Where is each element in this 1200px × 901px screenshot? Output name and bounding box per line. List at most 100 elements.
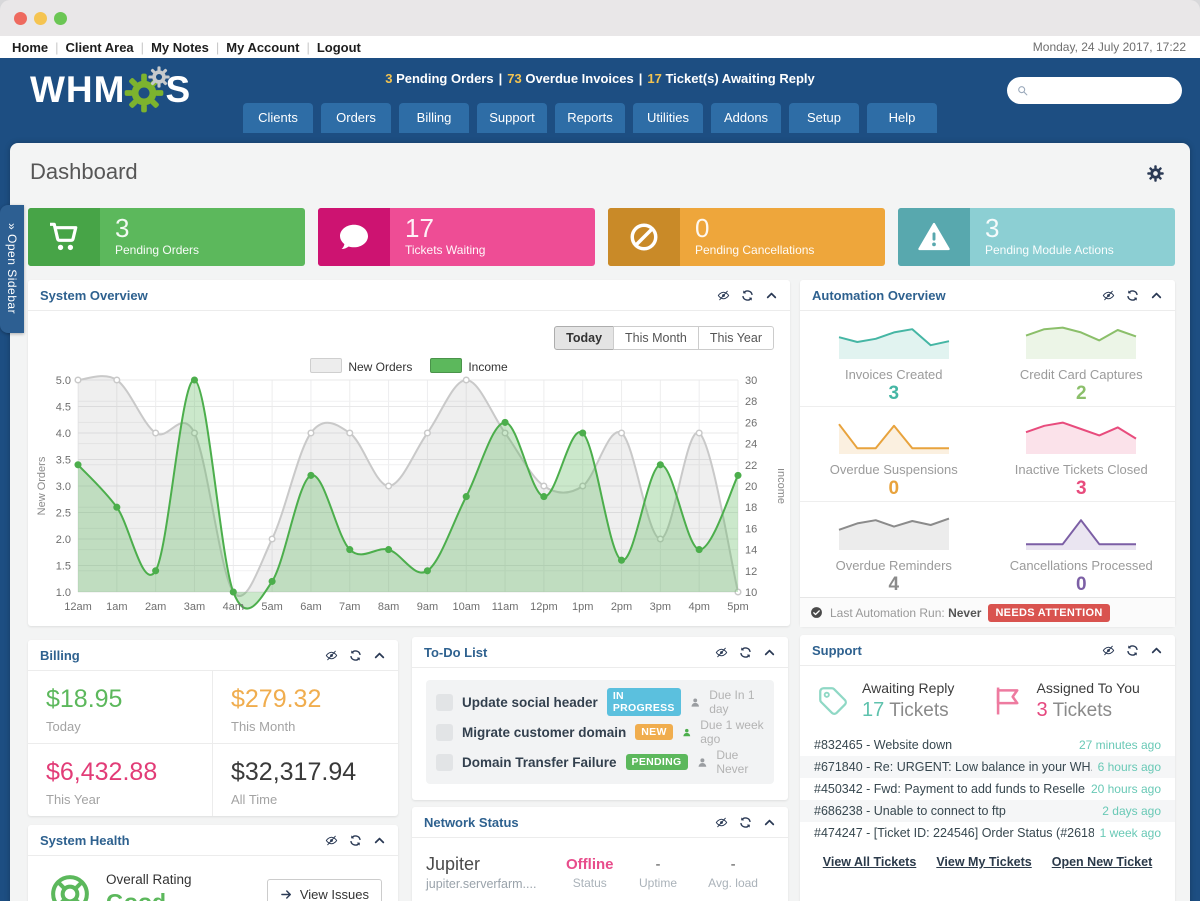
hide-widget-icon[interactable] [1102, 289, 1115, 302]
refresh-widget-icon[interactable] [739, 646, 752, 659]
nav-tab-support[interactable]: Support [477, 103, 547, 133]
ticket-row[interactable]: #832465 - Website down 27 minutes ago [800, 734, 1175, 756]
hide-widget-icon[interactable] [325, 834, 338, 847]
svg-text:14: 14 [745, 545, 757, 557]
tickets-awaiting-label[interactable]: Ticket(s) Awaiting Reply [662, 71, 815, 86]
nav-tab-addons[interactable]: Addons [711, 103, 781, 133]
tickets-awaiting-count[interactable]: 17 [647, 71, 661, 86]
automation-label: Overdue Suspensions [830, 462, 958, 477]
ticket-row[interactable]: #474247 - [Ticket ID: 224546] Order Stat… [800, 822, 1175, 844]
nav-tab-setup[interactable]: Setup [789, 103, 859, 133]
support-stat-count: 3 [1037, 699, 1048, 721]
zoom-window-button[interactable] [54, 12, 67, 25]
ticket-subject[interactable]: #474247 - [Ticket ID: 224546] Order Stat… [814, 826, 1094, 840]
refresh-widget-icon[interactable] [741, 289, 754, 302]
collapse-widget-icon[interactable] [1150, 644, 1163, 657]
range-this-month-button[interactable]: This Month [613, 326, 699, 350]
menu-my-account[interactable]: My Account [226, 40, 299, 55]
overdue-invoices-label[interactable]: Overdue Invoices [522, 71, 634, 86]
ticket-subject[interactable]: #686238 - Unable to connect to ftp [814, 804, 1006, 818]
server-status: Offline [556, 856, 624, 873]
todo-checkbox[interactable] [436, 694, 453, 711]
minimize-window-button[interactable] [34, 12, 47, 25]
ticket-subject[interactable]: #450342 - Fwd: Payment to add funds to R… [814, 782, 1085, 796]
header-search [1007, 77, 1182, 104]
open-sidebar-tab[interactable]: » Open Sidebar [0, 205, 24, 333]
support-stat-label: Awaiting Reply [862, 680, 954, 696]
nav-tab-reports[interactable]: Reports [555, 103, 625, 133]
svg-text:3.0: 3.0 [56, 481, 71, 493]
search-input[interactable] [1007, 77, 1182, 104]
stat-card-pending-cancellations[interactable]: 0 Pending Cancellations [608, 208, 885, 266]
hide-widget-icon[interactable] [715, 646, 728, 659]
assigned-to-you-stat[interactable]: Assigned To You 3 Tickets [991, 680, 1166, 722]
stat-card-pending-orders[interactable]: 3 Pending Orders [28, 208, 305, 266]
nav-tab-utilities[interactable]: Utilities [633, 103, 703, 133]
collapse-widget-icon[interactable] [763, 646, 776, 659]
stat-label: Pending Orders [115, 243, 199, 257]
ticket-subject[interactable]: #671840 - Re: URGENT: Low balance in you… [814, 760, 1092, 774]
hide-widget-icon[interactable] [325, 649, 338, 662]
system-health-panel: System Health Overall Rating Good View I… [28, 825, 398, 901]
todo-item[interactable]: Update social header IN PROGRESS Due In … [436, 687, 764, 717]
todo-checkbox[interactable] [436, 724, 453, 741]
collapse-widget-icon[interactable] [763, 816, 776, 829]
panel-title: System Overview [40, 288, 148, 303]
ticket-row[interactable]: #671840 - Re: URGENT: Low balance in you… [800, 756, 1175, 778]
panel-title: System Health [40, 833, 130, 848]
nav-tab-billing[interactable]: Billing [399, 103, 469, 133]
needs-attention-badge[interactable]: NEEDS ATTENTION [988, 604, 1109, 622]
page-title: Dashboard [30, 159, 138, 185]
collapse-widget-icon[interactable] [373, 834, 386, 847]
todo-checkbox[interactable] [436, 754, 453, 771]
pending-orders-label[interactable]: Pending Orders [392, 71, 493, 86]
view-issues-button[interactable]: View Issues [267, 879, 382, 901]
todo-status-badge: IN PROGRESS [607, 688, 681, 716]
refresh-widget-icon[interactable] [1126, 289, 1139, 302]
overdue-invoices-count[interactable]: 73 [507, 71, 521, 86]
collapse-widget-icon[interactable] [765, 289, 778, 302]
refresh-widget-icon[interactable] [349, 649, 362, 662]
collapse-widget-icon[interactable] [373, 649, 386, 662]
nav-tab-help[interactable]: Help [867, 103, 937, 133]
menu-client-area[interactable]: Client Area [66, 40, 134, 55]
automation-value: 0 [888, 478, 899, 500]
range-this-year-button[interactable]: This Year [698, 326, 774, 350]
awaiting-reply-stat[interactable]: Awaiting Reply 17 Tickets [816, 680, 991, 722]
ticket-row[interactable]: #450342 - Fwd: Payment to add funds to R… [800, 778, 1175, 800]
menu-my-notes[interactable]: My Notes [151, 40, 209, 55]
automation-cell: Credit Card Captures 2 [988, 311, 1176, 407]
view-my-tickets-link[interactable]: View My Tickets [936, 855, 1031, 869]
hide-widget-icon[interactable] [715, 816, 728, 829]
close-window-button[interactable] [14, 12, 27, 25]
server-row[interactable]: Jupiter jupiter.serverfarm.... Offline S… [412, 838, 788, 891]
menu-logout[interactable]: Logout [317, 40, 361, 55]
view-all-tickets-link[interactable]: View All Tickets [823, 855, 917, 869]
nav-tab-clients[interactable]: Clients [243, 103, 313, 133]
dashboard-settings-gear-icon[interactable] [1147, 165, 1164, 182]
refresh-widget-icon[interactable] [739, 816, 752, 829]
range-today-button[interactable]: Today [554, 326, 614, 350]
hide-widget-icon[interactable] [717, 289, 730, 302]
ticket-subject[interactable]: #832465 - Website down [814, 738, 952, 752]
hide-widget-icon[interactable] [1102, 644, 1115, 657]
nav-tab-orders[interactable]: Orders [321, 103, 391, 133]
ticket-row[interactable]: #686238 - Unable to connect to ftp 2 day… [800, 800, 1175, 822]
todo-item[interactable]: Migrate customer domain NEW Due 1 week a… [436, 717, 764, 747]
panel-title: Billing [40, 648, 80, 663]
refresh-widget-icon[interactable] [349, 834, 362, 847]
todo-item[interactable]: Domain Transfer Failure PENDING Due Neve… [436, 747, 764, 777]
collapse-widget-icon[interactable] [1150, 289, 1163, 302]
support-stat-label: Assigned To You [1037, 680, 1140, 696]
dashboard-card: Dashboard 3 Pending Orders 17 Tickets Wa… [10, 143, 1190, 901]
menu-home[interactable]: Home [12, 40, 48, 55]
todo-due: Due Never [716, 748, 764, 776]
system-overview-chart: 1.01.52.02.53.03.54.04.55.01012141618202… [34, 372, 784, 618]
stat-card-pending-module-actions[interactable]: 3 Pending Module Actions [898, 208, 1175, 266]
refresh-widget-icon[interactable] [1126, 644, 1139, 657]
stat-label: Pending Module Actions [985, 243, 1114, 257]
open-new-ticket-link[interactable]: Open New Ticket [1052, 855, 1153, 869]
stat-card-tickets-waiting[interactable]: 17 Tickets Waiting [318, 208, 595, 266]
check-circle-icon [810, 606, 823, 619]
overall-rating-value: Good [106, 889, 192, 901]
